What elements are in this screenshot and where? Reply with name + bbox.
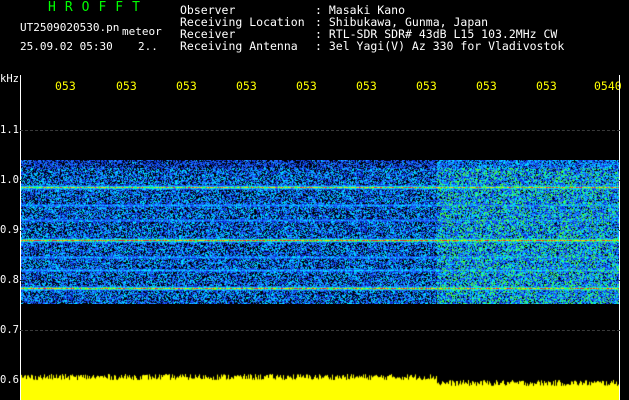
y-tick-label: 0.8 <box>0 274 19 286</box>
file-name: UT2509020530.pn <box>20 21 120 34</box>
spectrogram-canvas <box>21 160 619 304</box>
grid-line <box>20 330 620 331</box>
y-tick-label: 0.9 <box>0 224 19 236</box>
y-tick-label: 0.7 <box>0 324 19 336</box>
grid-line <box>20 130 620 131</box>
mode-label: meteor <box>122 25 162 38</box>
date-time: 25.09.02 05:30 <box>20 40 113 53</box>
frame-counter: 2.. <box>138 40 158 53</box>
antenna-label: Receiving Antenna <box>180 39 298 53</box>
y-tick-label: 0.6 <box>0 374 19 386</box>
signal-power-strip <box>21 372 619 400</box>
y-tick-label: 1.0 <box>0 174 19 186</box>
app-brand: HROFFT <box>48 0 149 15</box>
y-axis-unit: kHz <box>0 73 19 85</box>
y-tick-label: 1.1 <box>0 124 19 136</box>
antenna-value: : 3el Yagi(V) Az 330 for Vladivostok <box>315 39 565 53</box>
